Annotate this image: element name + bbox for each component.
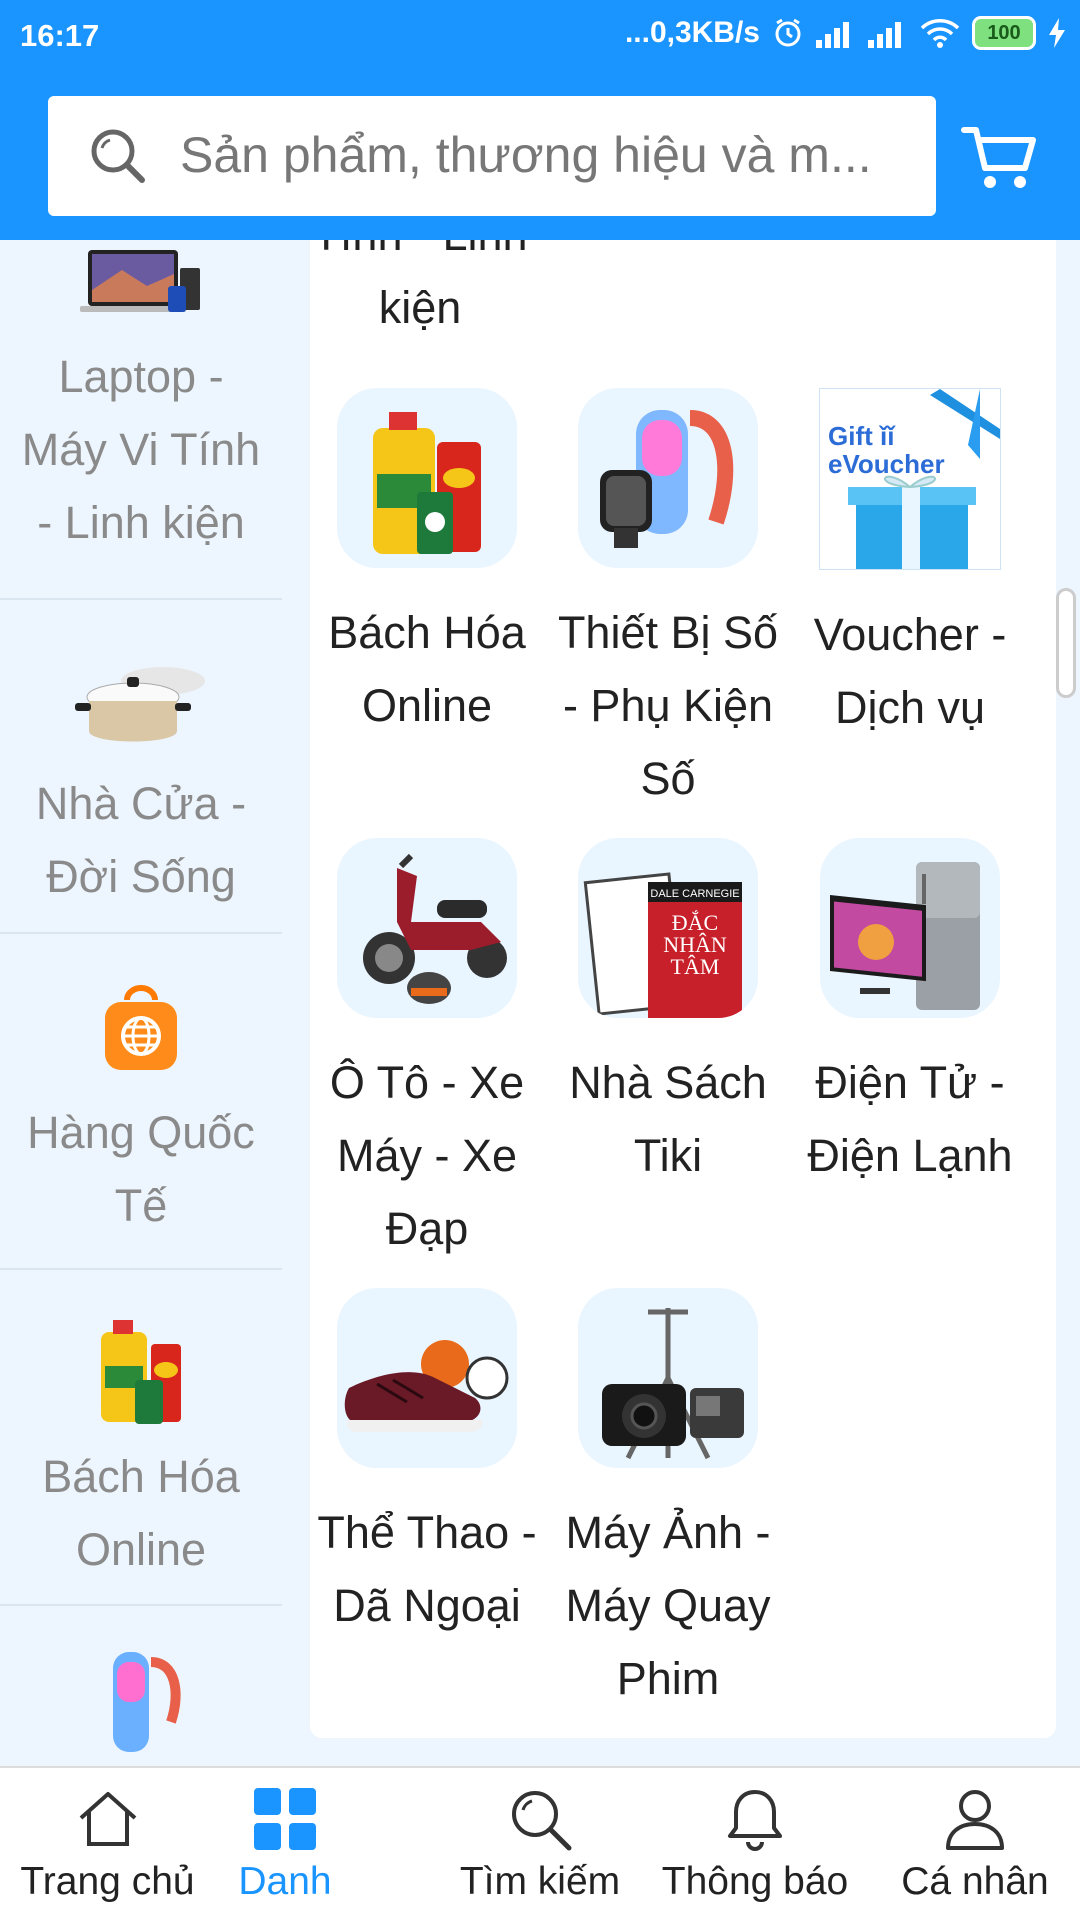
motorbike-image [363, 853, 507, 1004]
network-speed: ...0,3KB/s [624, 16, 760, 49]
category-electronics[interactable]: Điện Tử - Điện Lạnh [790, 838, 1030, 1192]
svg-text:TÂM: TÂM [671, 954, 720, 979]
category-label: Máy Ảnh - Máy Quay Phim [565, 1507, 771, 1704]
category-digital-devices[interactable]: Thiết Bị Số - Phụ Kiện Số [548, 388, 788, 815]
cookware-image [75, 667, 205, 742]
category-grid-icon [254, 1788, 316, 1850]
nav-search[interactable]: Tìm kiếm [440, 1768, 640, 1922]
nav-home[interactable]: Trang chủ [0, 1768, 215, 1922]
signal-icon [868, 18, 908, 48]
tv-fridge-image [830, 862, 980, 1010]
category-label: Thể Thao - Dã Ngoại [317, 1507, 537, 1631]
bottom-nav: Trang chủ Danh Tìm kiếm Thông báo Cá nhâ… [0, 1766, 1080, 1922]
svg-text:DALE CARNEGIE: DALE CARNEGIE [650, 888, 739, 900]
cart-icon[interactable] [960, 116, 1040, 196]
charging-icon [1049, 18, 1065, 48]
user-icon [946, 1790, 1004, 1850]
category-tile [578, 388, 758, 568]
search-input[interactable]: Sản phẩm, thương hiệu và m... [180, 126, 920, 184]
nav-label: Trang chủ [20, 1860, 195, 1903]
category-tile: Gift ǐǐ eVoucher [819, 388, 1001, 570]
category-tile [337, 1288, 517, 1468]
category-voucher[interactable]: Gift ǐǐ eVoucher Voucher - Dịch vụ [790, 388, 1030, 744]
category-sports[interactable]: Thể Thao - Dã Ngoại [310, 1288, 547, 1642]
global-shopping-bag-icon [105, 985, 177, 1070]
alarm-icon [775, 18, 801, 47]
bell-icon [728, 1790, 782, 1851]
grocery-image [101, 1320, 181, 1424]
app-header: 16:17 ...0,3KB/s 100 Sản phẩm, thương hi… [0, 0, 1080, 240]
sidebar-item-laptop[interactable]: Laptop - Máy Vi Tính - Linh kiện [0, 240, 282, 600]
signal-icon [816, 18, 856, 48]
camera-image [602, 1308, 744, 1460]
category-tile [820, 838, 1000, 1018]
laptop-image [80, 250, 200, 312]
wifi-icon [920, 19, 960, 48]
category-bookstore[interactable]: DALE CARNEGIE ĐẮC NHÂN TÂM Nhà Sách Tiki [548, 838, 788, 1192]
digital-devices-image [113, 1652, 181, 1752]
status-time: 16:17 [20, 18, 100, 53]
nav-label: Tìm kiếm [459, 1860, 621, 1903]
status-bar: 16:17 ...0,3KB/s 100 [0, 0, 1080, 72]
category-label: Ô Tô - Xe Máy - Xe Đạp [329, 1057, 525, 1254]
search-icon [91, 129, 145, 183]
sidebar-item-label: Hàng Quốc Tế [27, 1107, 255, 1231]
sidebar-item-digital[interactable] [0, 1606, 282, 1766]
nav-categories[interactable]: Danh [210, 1768, 360, 1922]
battery-icon: 100 [972, 16, 1036, 50]
sidebar-item-international[interactable]: Hàng Quốc Tế [0, 934, 282, 1270]
gift-evoucher-image: Gift ǐǐ eVoucher [828, 389, 1000, 569]
category-tile [578, 1288, 758, 1468]
category-tile: DALE CARNEGIE ĐẮC NHÂN TÂM [578, 838, 758, 1018]
search-icon [512, 1791, 572, 1851]
svg-text:Gift ǐǐ: Gift ǐǐ [828, 421, 896, 451]
category-tile [337, 388, 517, 568]
status-icons: ...0,3KB/s 100 [625, 16, 1066, 50]
category-label: Điện Tử - Điện Lạnh [807, 1057, 1013, 1181]
category-camera[interactable]: Máy Ảnh - Máy Quay Phim [548, 1288, 788, 1715]
nav-notifications[interactable]: Thông báo [650, 1768, 860, 1922]
books-image: DALE CARNEGIE ĐẮC NHÂN TÂM [583, 872, 742, 1018]
search-bar[interactable]: Sản phẩm, thương hiệu và m... [48, 96, 936, 216]
sidebar-item-label: Nhà Cửa - Đời Sống [35, 778, 247, 902]
home-icon [79, 1792, 136, 1846]
category-panel: Tính - Linh kiện Bách Hóa Online Thiết B… [310, 240, 1056, 1738]
sports-shoes-image [344, 1340, 509, 1432]
grocery-image [373, 412, 481, 554]
category-label: Nhà Sách Tiki [569, 1057, 767, 1181]
category-label: Voucher - Dịch vụ [813, 609, 1007, 733]
nav-label: Cá nhân [901, 1860, 1049, 1903]
nav-label: Danh [238, 1860, 332, 1903]
category-sidebar[interactable]: Laptop - Máy Vi Tính - Linh kiện Nhà Cửa… [0, 240, 282, 1766]
sidebar-item-grocery[interactable]: Bách Hóa Online [0, 1270, 282, 1606]
sidebar-item-label: Bách Hóa Online [42, 1451, 240, 1575]
digital-devices-image [600, 410, 734, 548]
category-label: Bách Hóa Online [328, 607, 526, 731]
category-tile [337, 838, 517, 1018]
category-label: Thiết Bị Số - Phụ Kiện Số [557, 607, 779, 804]
sidebar-item-home-living[interactable]: Nhà Cửa - Đời Sống [0, 599, 282, 934]
svg-text:eVoucher: eVoucher [828, 449, 945, 479]
sidebar-item-label: Laptop - Máy Vi Tính - Linh kiện [21, 351, 261, 548]
category-grocery[interactable]: Bách Hóa Online [310, 388, 547, 742]
nav-label: Thông báo [661, 1860, 849, 1903]
partial-category-label: Tính - Linh kiện [312, 240, 527, 333]
category-vehicles[interactable]: Ô Tô - Xe Máy - Xe Đạp [310, 838, 547, 1265]
scroll-handle[interactable] [1056, 588, 1076, 698]
nav-profile[interactable]: Cá nhân [880, 1768, 1070, 1922]
